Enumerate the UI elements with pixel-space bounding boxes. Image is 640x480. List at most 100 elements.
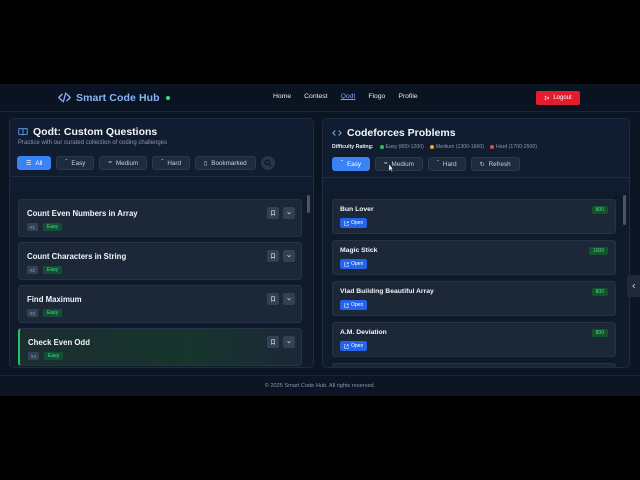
open-button[interactable]: Open bbox=[340, 341, 368, 351]
qodt-divider bbox=[10, 176, 313, 177]
code-icon bbox=[58, 92, 71, 103]
problem-card[interactable]: Vlad Building Beautiful Array Open 800 bbox=[332, 281, 616, 316]
nav-links: Home Contest Qodt Flogo Profile bbox=[273, 93, 418, 100]
brand-name: Smart Code Hub bbox=[76, 91, 160, 104]
qodt-panel: Qodt: Custom Questions Practice with our… bbox=[9, 118, 314, 368]
question-title: Find Maximum bbox=[27, 295, 82, 304]
legend-hard: Hard (1700-2500) bbox=[490, 144, 537, 150]
difficulty-badge: Easy bbox=[43, 223, 63, 231]
qodt-subtitle: Practice with our curated collection of … bbox=[18, 140, 168, 146]
legend-easy: Easy (800-1200) bbox=[379, 144, 424, 150]
qodt-question-list[interactable]: Count Even Numbers in Array #1 Easy Coun… bbox=[10, 191, 313, 367]
scrollbar-thumb[interactable] bbox=[623, 195, 626, 225]
chevron-left-icon bbox=[631, 283, 635, 289]
legend-medium: Medium (1300-1600) bbox=[429, 144, 484, 150]
bookmark-icon bbox=[271, 253, 275, 259]
filter-medium-button[interactable]: = Medium bbox=[99, 156, 148, 170]
nav-link-home[interactable]: Home bbox=[273, 93, 291, 100]
difficulty-badge: Easy bbox=[43, 309, 63, 317]
question-number: #2 bbox=[27, 266, 39, 274]
bookmark-icon: ▯ bbox=[203, 160, 208, 167]
question-number: #4 bbox=[28, 352, 40, 360]
bookmark-icon bbox=[271, 296, 275, 302]
logout-button[interactable]: Logout bbox=[536, 91, 580, 105]
external-link-icon bbox=[344, 343, 349, 349]
expand-button[interactable] bbox=[283, 207, 295, 219]
problem-card[interactable] bbox=[332, 363, 616, 367]
mouse-cursor-icon bbox=[389, 164, 393, 172]
chevron-down-icon bbox=[287, 212, 291, 215]
chevron-down-icon: ˇ bbox=[161, 160, 164, 166]
question-title: Check Even Odd bbox=[28, 338, 90, 347]
chevron-up-icon: ˆ bbox=[341, 161, 343, 167]
app-root: Smart Code Hub Home Contest Qodt Flogo P… bbox=[0, 84, 640, 396]
external-link-icon bbox=[344, 220, 349, 226]
bookmark-icon bbox=[271, 339, 275, 345]
open-button[interactable]: Open bbox=[340, 259, 368, 269]
medium-dot bbox=[429, 145, 434, 149]
problem-title: Bun Lover bbox=[340, 206, 374, 213]
filter-all-button[interactable]: ☰ All bbox=[17, 156, 52, 170]
easy-dot bbox=[379, 145, 384, 149]
expand-button[interactable] bbox=[283, 336, 295, 348]
bookmark-button[interactable] bbox=[267, 207, 279, 219]
rating-badge: 800 bbox=[591, 206, 608, 214]
expand-button[interactable] bbox=[283, 250, 295, 262]
cf-filter-hard-button[interactable]: ˇ Hard bbox=[427, 157, 466, 171]
codeforces-divider bbox=[323, 177, 629, 178]
filter-easy-button[interactable]: ˆ Easy bbox=[56, 156, 95, 170]
problem-title: A.M. Deviation bbox=[340, 329, 387, 336]
side-panel-toggle[interactable] bbox=[627, 275, 640, 297]
equals-icon: = bbox=[384, 161, 388, 167]
equals-icon: = bbox=[108, 160, 112, 166]
rating-badge: 800 bbox=[591, 329, 608, 337]
problem-card[interactable]: Magic Stick Open 1000 bbox=[332, 240, 616, 275]
list-icon: ☰ bbox=[26, 160, 32, 167]
cf-filter-medium-button[interactable]: = Medium bbox=[375, 157, 423, 171]
legend-label: Difficulty Rating: bbox=[332, 144, 374, 150]
bookmark-button[interactable] bbox=[267, 293, 279, 305]
codeforces-panel: Codeforces Problems Difficulty Rating: E… bbox=[322, 118, 630, 368]
logout-icon bbox=[545, 95, 550, 101]
qodt-filters: ☰ All ˆ Easy = Medium ˇ Hard ▯ Bookmarked bbox=[17, 156, 275, 170]
book-icon bbox=[18, 128, 28, 136]
rating-badge: 1000 bbox=[588, 247, 608, 255]
online-dot bbox=[165, 95, 170, 100]
codeforces-problem-list[interactable]: Bun Lover Open 800 Magic Stick Open 1000… bbox=[323, 191, 629, 367]
refresh-button[interactable]: ↻ Refresh bbox=[470, 157, 520, 171]
nav-link-qodt[interactable]: Qodt bbox=[341, 93, 356, 100]
nav-link-contest[interactable]: Contest bbox=[304, 93, 327, 100]
open-button[interactable]: Open bbox=[340, 300, 368, 310]
nav-link-flogo[interactable]: Flogo bbox=[368, 93, 385, 100]
expand-button[interactable] bbox=[283, 293, 295, 305]
qodt-title: Qodt: Custom Questions bbox=[18, 126, 157, 138]
question-card[interactable]: Count Characters in String #2 Easy bbox=[18, 242, 302, 280]
question-title: Count Characters in String bbox=[27, 252, 127, 261]
bookmark-button[interactable] bbox=[267, 336, 279, 348]
chevron-down-icon bbox=[287, 255, 291, 258]
filter-bookmarked-button[interactable]: ▯ Bookmarked bbox=[194, 156, 256, 170]
brand[interactable]: Smart Code Hub bbox=[58, 91, 170, 104]
filter-hard-button[interactable]: ˇ Hard bbox=[152, 156, 190, 170]
nav-link-profile[interactable]: Profile bbox=[398, 93, 417, 100]
question-card[interactable]: Find Maximum #3 Easy bbox=[18, 285, 302, 323]
question-number: #1 bbox=[27, 223, 39, 231]
problem-card[interactable]: Bun Lover Open 800 bbox=[332, 199, 616, 234]
difficulty-legend: Difficulty Rating: Easy (800-1200) Mediu… bbox=[332, 144, 537, 150]
code-icon bbox=[332, 130, 342, 136]
scrollbar-thumb[interactable] bbox=[307, 195, 310, 213]
search-button[interactable] bbox=[260, 156, 275, 170]
problem-card[interactable]: A.M. Deviation Open 800 bbox=[332, 322, 616, 357]
chevron-up-icon: ˆ bbox=[65, 160, 68, 166]
chevron-down-icon: ˇ bbox=[436, 161, 439, 167]
open-button[interactable]: Open bbox=[340, 218, 368, 228]
bookmark-button[interactable] bbox=[267, 250, 279, 262]
difficulty-badge: Easy bbox=[44, 352, 64, 360]
question-card[interactable]: Check Even Odd #4 Easy bbox=[18, 328, 302, 366]
cf-filter-easy-button[interactable]: ˆ Easy bbox=[332, 157, 370, 171]
navbar: Smart Code Hub Home Contest Qodt Flogo P… bbox=[0, 84, 640, 112]
refresh-icon: ↻ bbox=[479, 161, 485, 168]
external-link-icon bbox=[344, 302, 349, 308]
question-card[interactable]: Count Even Numbers in Array #1 Easy bbox=[18, 199, 302, 237]
hard-dot bbox=[490, 145, 495, 149]
